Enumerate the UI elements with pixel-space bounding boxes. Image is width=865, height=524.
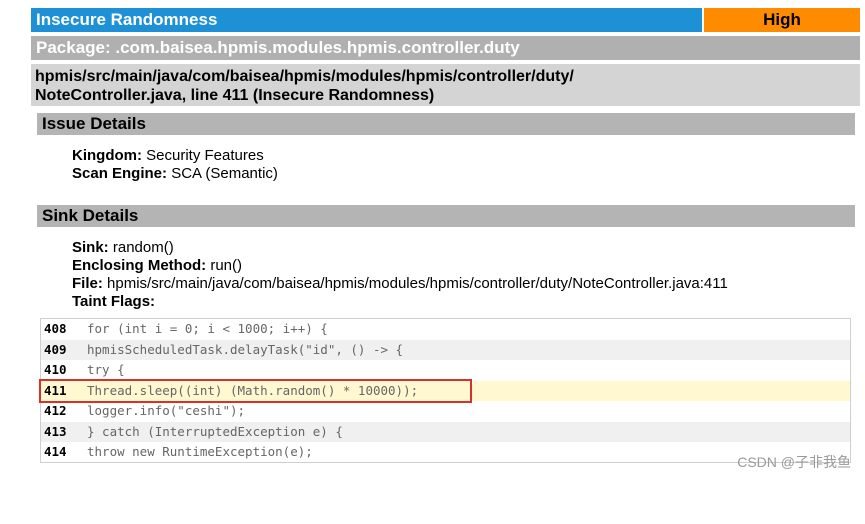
- sink-label: Sink:: [72, 239, 109, 256]
- file-label: File:: [72, 275, 103, 292]
- code-text: for (int i = 0; i < 1000; i++) {: [87, 321, 328, 336]
- code-line: 410 try {: [41, 360, 850, 381]
- line-number: 412: [44, 403, 67, 418]
- issue-details-heading: Issue Details: [37, 113, 855, 135]
- severity-badge: High: [704, 8, 860, 32]
- code-line: 409 hpmisScheduledTask.delayTask("id", (…: [41, 339, 850, 360]
- file-path-line-2: NoteController.java, line 411 (Insecure …: [35, 87, 435, 104]
- enclosing-method-label: Enclosing Method:: [72, 257, 207, 274]
- scan-engine-value: SCA (Semantic): [167, 165, 278, 182]
- file-value: hpmis/src/main/java/com/baisea/hpmis/mod…: [102, 275, 728, 292]
- line-number: 408: [44, 321, 67, 336]
- line-number: 411: [44, 382, 67, 398]
- sink-row: Sink: random(): [72, 239, 174, 257]
- kingdom-label: Kingdom:: [72, 147, 142, 164]
- code-line-highlighted: 411 Thread.sleep((int) (Math.random() * …: [41, 380, 850, 401]
- code-listing: 408 for (int i = 0; i < 1000; i++) { 409…: [40, 318, 851, 463]
- code-text: try {: [87, 362, 125, 377]
- code-line: 414 throw new RuntimeException(e);: [41, 442, 850, 463]
- code-text: throw new RuntimeException(e);: [87, 444, 313, 459]
- code-line: 413 } catch (InterruptedException e) {: [41, 421, 850, 442]
- enclosing-method-value: run(): [206, 257, 243, 274]
- issue-header: Insecure Randomness High: [31, 8, 860, 32]
- package-bar: Package: .com.baisea.hpmis.modules.hpmis…: [31, 36, 860, 60]
- code-text: Thread.sleep((int) (Math.random() * 1000…: [87, 382, 419, 398]
- kingdom-value: Security Features: [141, 147, 264, 164]
- sink-details-heading: Sink Details: [37, 205, 855, 227]
- watermark: CSDN @子非我鱼: [737, 454, 851, 470]
- line-number: 410: [44, 362, 67, 377]
- issue-title: Insecure Randomness: [31, 8, 702, 32]
- code-text: } catch (InterruptedException e) {: [87, 423, 343, 439]
- taint-flags-label: Taint Flags:: [72, 293, 156, 310]
- code-line: 412 logger.info("ceshi");: [41, 401, 850, 422]
- file-row: File: hpmis/src/main/java/com/baisea/hpm…: [72, 275, 728, 293]
- line-number: 409: [44, 341, 67, 357]
- taint-flags-row: Taint Flags:: [72, 293, 155, 311]
- sink-value: random(): [108, 239, 174, 256]
- file-path-line-1: hpmis/src/main/java/com/baisea/hpmis/mod…: [35, 68, 574, 85]
- kingdom-row: Kingdom: Security Features: [72, 147, 264, 165]
- code-line: 408 for (int i = 0; i < 1000; i++) {: [41, 319, 850, 340]
- enclosing-method-row: Enclosing Method: run(): [72, 257, 242, 275]
- line-number: 413: [44, 423, 67, 439]
- file-location-bar: hpmis/src/main/java/com/baisea/hpmis/mod…: [31, 64, 860, 106]
- code-text: logger.info("ceshi");: [87, 403, 246, 418]
- scan-engine-label: Scan Engine:: [72, 165, 168, 182]
- line-number: 414: [44, 444, 67, 459]
- code-text: hpmisScheduledTask.delayTask("id", () ->…: [87, 341, 404, 357]
- scan-engine-row: Scan Engine: SCA (Semantic): [72, 165, 278, 183]
